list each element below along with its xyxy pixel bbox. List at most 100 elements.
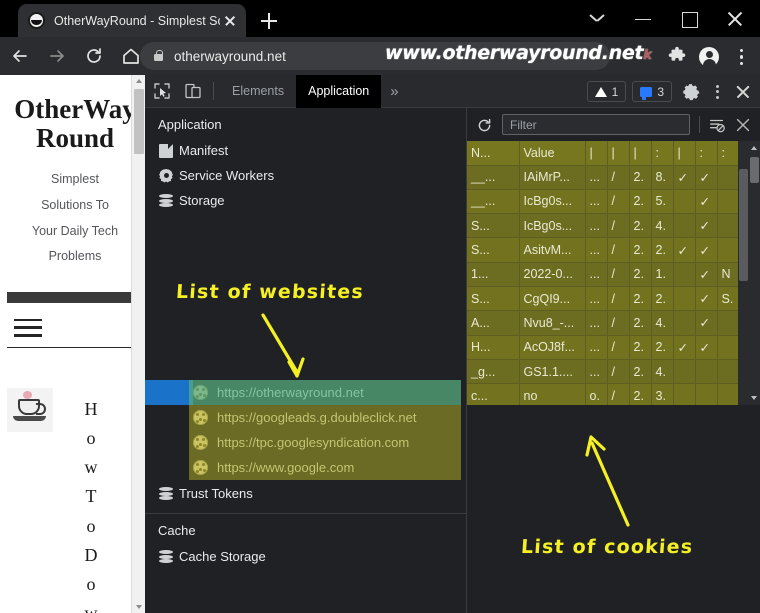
table-row[interactable]: H... AcOJ8f... ... / 2. 2. ✓ ✓ [467,335,749,360]
address-bar-url: otherwayround.net [174,48,286,64]
scrollbar-thumb[interactable] [739,169,748,281]
device-toolbar-icon[interactable] [179,77,207,105]
column-header-size[interactable]: : [651,141,674,166]
gear-icon[interactable] [678,78,704,106]
column-header-name[interactable]: N... [467,141,520,166]
cell-samesite [717,213,740,239]
devtools-close-icon[interactable] [730,78,756,106]
devtools-menu-icon[interactable] [704,78,730,106]
article-thumbnail[interactable] [7,388,53,432]
cell-name: A... [467,310,520,336]
cookie-domain-doubleclick[interactable]: https://googleads.g.doubleclick.net [145,405,466,430]
scroll-up-icon[interactable] [751,146,757,150]
cookie-domain-google[interactable]: https://www.google.com [145,455,466,480]
cell-path: / [607,286,630,312]
column-header-samesite[interactable]: : [717,141,740,166]
table-row[interactable]: S... AsitvM... ... / 2. 2. ✓ ✓ [467,237,749,263]
handwritten-url-overlay: www.otherwayround.netk [385,42,652,64]
table-row[interactable]: __... IcBg0s... ... / 2. 5. ✓ ✓ [467,189,749,215]
forward-icon[interactable] [40,39,74,73]
sidebar-item-manifest[interactable]: Manifest [145,138,466,163]
warning-badge[interactable]: 1 [586,81,627,102]
scroll-down-icon[interactable] [135,605,142,609]
handwritten-url-text: www.otherwayround.net [385,42,644,64]
tab-elements[interactable]: Elements [220,75,296,108]
more-tabs-icon[interactable]: » [381,83,407,100]
column-header-value[interactable]: Value [519,141,586,166]
tab-application[interactable]: Application [296,74,382,108]
close-icon[interactable] [712,2,758,36]
cell-name: S... [467,286,520,312]
database-icon [159,194,173,208]
cell-value: no [519,383,586,405]
extensions-icon[interactable] [662,42,692,72]
sidebar-item-cache-storage[interactable]: Cache Storage [145,544,466,569]
sidebar-item-service-workers[interactable]: Service Workers [145,163,466,188]
cell-name: H... [467,335,520,360]
cell-name: 1... [467,262,520,287]
column-header-secure[interactable]: : [695,141,718,166]
sidebar-item-storage[interactable]: Storage [145,188,466,213]
message-badge[interactable]: 3 [632,81,672,102]
table-row[interactable]: S... CgQI9... ... / 2. 2. ✓ S. [467,286,749,312]
scrollbar-thumb[interactable] [134,89,144,154]
cell-secure: ✓ [695,286,718,312]
table-row[interactable]: c... no o. / 2. 3. [467,383,749,405]
cookies-filter-bar [467,108,760,141]
inspect-element-icon[interactable] [148,77,176,105]
cell-size: 2. [651,286,674,312]
cell-domain: ... [585,189,608,215]
table-row[interactable]: A... Nvu8_-... ... / 2. 4. ✓ [467,310,749,336]
column-header-httponly[interactable]: | [673,141,696,166]
cell-secure: ✓ [695,262,718,287]
site-tagline: Simplest Solutions To Your Daily Tech Pr… [0,167,150,270]
scroll-down-icon[interactable] [751,396,757,400]
panel-close-icon[interactable] [730,112,756,138]
refresh-icon[interactable] [471,112,497,138]
column-header-expires[interactable]: | [629,141,652,166]
cookie-domain-otherwayround[interactable]: https://otherwayround.net [145,380,466,405]
scrollbar-thumb[interactable] [750,157,759,183]
lock-icon [152,49,165,63]
table-row[interactable]: S... IcBg0s... ... / 2. 4. ✓ [467,213,749,239]
cell-expires: 2. [629,189,652,215]
cell-path: / [607,165,630,190]
database-icon [159,487,173,501]
browser-menu-icon[interactable] [726,42,756,72]
cookies-table-wrapper[interactable]: N... Value | | | : | : : : | [467,141,749,405]
search-input[interactable] [502,114,690,135]
cell-size: 4. [651,213,674,239]
sidebar-item-trust-tokens[interactable]: Trust Tokens [145,481,466,506]
clear-filter-icon[interactable] [704,112,730,138]
column-header-domain[interactable]: | [585,141,608,166]
cell-path: / [607,262,630,287]
tab-close-icon[interactable] [220,11,240,31]
browser-tab[interactable]: OtherWayRound - Simplest Solut [18,4,246,37]
cell-size: 2. [651,237,674,263]
scroll-up-icon[interactable] [135,79,142,83]
chevron-down-icon[interactable] [574,2,620,36]
cell-samesite [717,335,740,360]
cell-domain: ... [585,213,608,239]
table-row[interactable]: 1... 2022-0... ... / 2. 1. ✓ N [467,262,749,287]
cell-samesite [717,383,740,405]
table-row[interactable]: __... IAiMrP... ... / 2. 8. ✓ ✓ ✓ [467,165,749,190]
hamburger-icon[interactable] [14,318,42,337]
page-scrollbar[interactable] [131,75,145,613]
reload-icon[interactable] [77,39,111,73]
profile-icon[interactable] [694,42,724,72]
table-row[interactable]: _g... GS1.1.... ... / 2. 4. [467,359,749,385]
cookies-vertical-scrollbar[interactable] [749,141,760,405]
back-icon[interactable] [3,39,37,73]
column-header-path[interactable]: | [607,141,630,166]
cookies-horizontal-scrollbar[interactable] [738,141,749,405]
cell-secure: ✓ [695,310,718,336]
site-rule [7,346,143,349]
cell-path: / [607,383,630,405]
minimize-icon[interactable] [620,2,666,36]
tab-title: OtherWayRound - Simplest Solut [54,13,220,28]
cell-value: CgQI9... [519,286,586,312]
maximize-icon[interactable] [666,2,712,36]
cookie-domain-googlesyndication[interactable]: https://tpc.googlesyndication.com [145,430,466,455]
new-tab-button[interactable] [256,8,282,34]
